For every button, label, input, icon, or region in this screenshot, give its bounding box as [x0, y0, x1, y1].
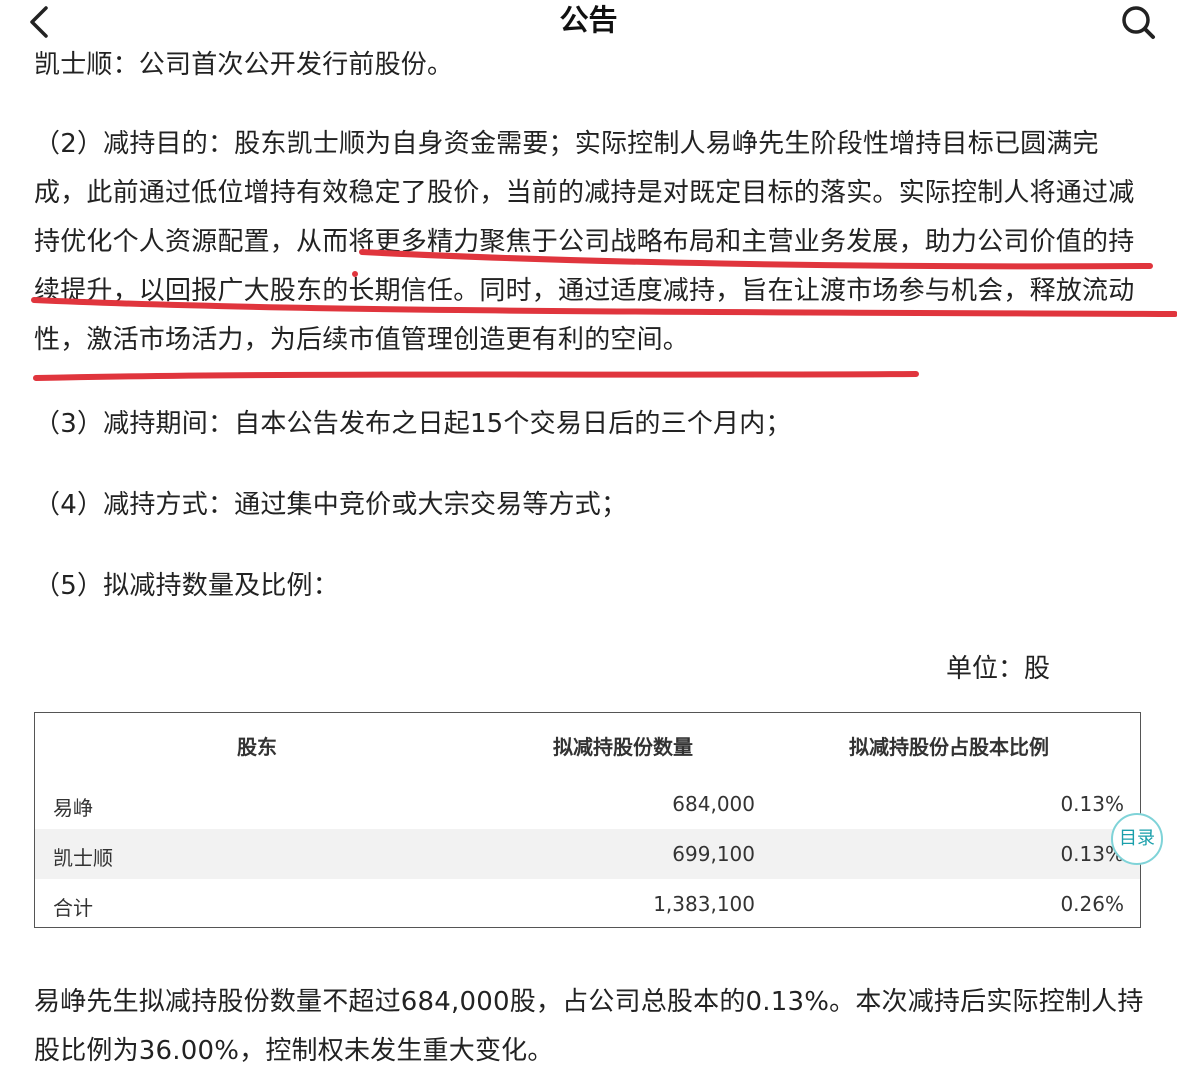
table-row: 合计 1,383,100 0.26%	[35, 879, 1140, 929]
table-header: 股东 拟减持股份数量 拟减持股份占股本比例	[35, 713, 1140, 781]
paragraph-reduction-purpose: （2）减持目的：股东凯士顺为自身资金需要；实际控制人易峥先生阶段性增持目标已圆满…	[34, 129, 1135, 355]
paragraph-closing: 易峥先生拟减持股份数量不超过684,000股，占公司总股本的0.13%。本次减持…	[34, 987, 1144, 1066]
cell-shareholder: 凯士顺	[53, 846, 113, 870]
table-row: 易峥 684,000 0.13%	[35, 779, 1140, 829]
chevron-left-icon	[30, 6, 48, 38]
back-button[interactable]	[22, 4, 62, 40]
page-title: 公告	[559, 3, 618, 37]
paragraph-reduction-quantity: （5）拟减持数量及比例：	[34, 571, 339, 601]
paragraph-reduction-method: （4）减持方式：通过集中竞价或大宗交易等方式；	[34, 490, 628, 520]
paragraph-reduction-period: （3）减持期间：自本公告发布之日起15个交易日后的三个月内；	[34, 409, 792, 439]
top-navigation-bar: 公告	[0, 0, 1177, 44]
cell-shareholder: 合计	[53, 896, 93, 920]
document-body: 凯士顺：公司首次公开发行前股份。 （2）减持目的：股东凯士顺为自身资金需要；实际…	[0, 0, 1177, 1080]
unit-label: 单位：股	[946, 654, 1051, 684]
reduction-table: 股东 拟减持股份数量 拟减持股份占股本比例 易峥 684,000 0.13% 凯…	[34, 712, 1141, 928]
table-of-contents-button[interactable]: 目录	[1111, 813, 1163, 865]
partial-text-line: 凯士顺：公司首次公开发行前股份。	[34, 50, 454, 80]
table-row: 凯士顺 699,100 0.13%	[35, 829, 1140, 879]
cell-ratio: 0.26%	[1060, 892, 1124, 916]
cell-quantity: 684,000	[672, 792, 755, 816]
header-shareholder: 股东	[237, 735, 277, 759]
search-button[interactable]	[1115, 2, 1161, 42]
cell-quantity: 699,100	[672, 842, 755, 866]
header-ratio: 拟减持股份占股本比例	[849, 735, 1049, 759]
cell-ratio: 0.13%	[1060, 792, 1124, 816]
search-icon	[1122, 6, 1155, 39]
header-quantity: 拟减持股份数量	[553, 735, 693, 759]
cell-shareholder: 易峥	[53, 796, 93, 820]
cell-quantity: 1,383,100	[653, 892, 755, 916]
